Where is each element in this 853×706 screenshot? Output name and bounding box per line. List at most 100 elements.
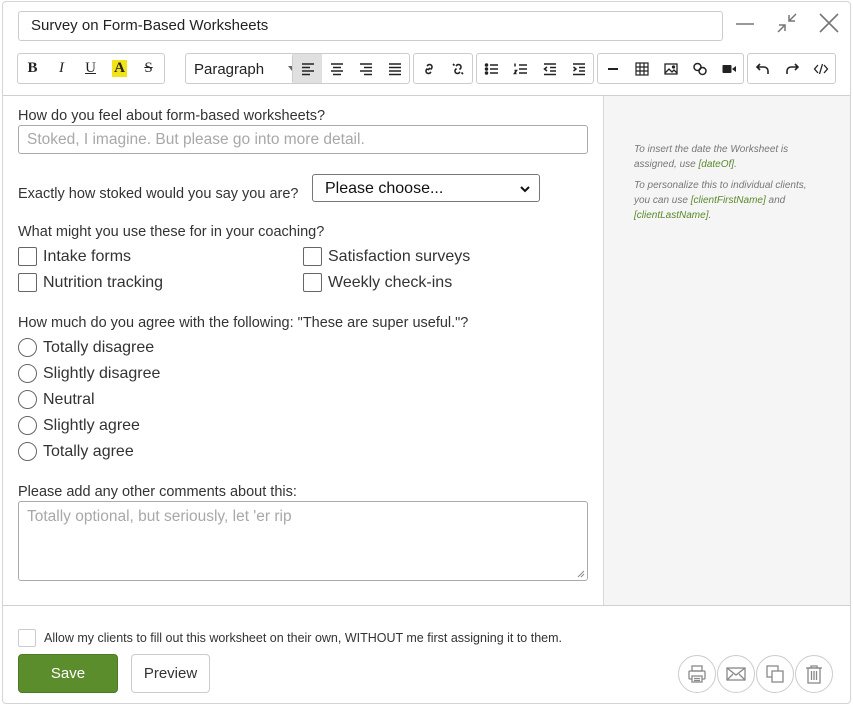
- bold-icon: B: [27, 60, 38, 76]
- save-button[interactable]: Save: [18, 654, 118, 693]
- email-button[interactable]: [717, 655, 755, 693]
- align-center-button[interactable]: [322, 54, 351, 83]
- chevron-down-icon: [520, 186, 530, 193]
- question-comments-label: Please add any other comments about this…: [18, 484, 297, 500]
- undo-icon: [755, 62, 769, 74]
- horizontal-rule-icon: [607, 67, 618, 70]
- duplicate-button[interactable]: [756, 655, 794, 693]
- checkbox[interactable]: [303, 273, 322, 292]
- date-hint-end: .: [734, 159, 737, 170]
- use-option-nutrition[interactable]: Nutrition tracking: [18, 273, 163, 292]
- align-right-icon: [359, 62, 372, 75]
- stoked-level-select[interactable]: Please choose...: [312, 174, 540, 202]
- use-option-intake[interactable]: Intake forms: [18, 247, 131, 266]
- bulleted-list-icon: [484, 62, 498, 75]
- align-left-button[interactable]: [293, 54, 322, 83]
- agree-option-totally-agree[interactable]: Totally agree: [18, 442, 134, 461]
- radio-button[interactable]: [18, 364, 37, 383]
- strikethrough-button[interactable]: S: [134, 54, 163, 83]
- copy-icon: [766, 665, 784, 683]
- radio-button[interactable]: [18, 390, 37, 409]
- horizontal-rule-button[interactable]: [598, 54, 627, 83]
- agree-option-label: Slightly disagree: [43, 364, 161, 382]
- footer-divider: [3, 605, 850, 606]
- close-button[interactable]: [815, 9, 843, 37]
- link-icon: [424, 63, 433, 74]
- collapse-button[interactable]: [773, 9, 801, 37]
- insert-link-button[interactable]: [414, 54, 443, 83]
- envelope-icon: [726, 667, 746, 681]
- checkbox[interactable]: [303, 247, 322, 266]
- insert-video-button[interactable]: [714, 54, 743, 83]
- feelings-input[interactable]: Stoked, I imagine. But please go into mo…: [18, 125, 588, 154]
- bulleted-list-button[interactable]: [477, 54, 506, 83]
- italic-icon: I: [59, 60, 64, 76]
- allow-self-fill-label: Allow my clients to fill out this worksh…: [44, 631, 562, 645]
- question-uses-label: What might you use these for in your coa…: [18, 224, 325, 240]
- insert-image-button[interactable]: [656, 54, 685, 83]
- allow-self-fill-option[interactable]: Allow my clients to fill out this worksh…: [18, 629, 562, 647]
- collapse-icon: [777, 13, 797, 33]
- highlight-button[interactable]: A: [105, 54, 134, 83]
- use-option-label: Weekly check-ins: [328, 273, 453, 291]
- print-icon: [688, 665, 706, 683]
- preview-button[interactable]: Preview: [131, 654, 210, 693]
- radio-button[interactable]: [18, 442, 37, 461]
- worksheet-title-input[interactable]: Survey on Form-Based Worksheets: [18, 11, 723, 41]
- highlight-icon: A: [112, 60, 127, 77]
- print-button[interactable]: [678, 655, 716, 693]
- radio-button[interactable]: [18, 416, 37, 435]
- insert-embed-button[interactable]: [685, 54, 714, 83]
- first-name-tag: [clientFirstName]: [690, 195, 766, 206]
- insert-table-button[interactable]: [627, 54, 656, 83]
- stoked-level-value: Please choose...: [325, 180, 444, 197]
- radio-button[interactable]: [18, 338, 37, 357]
- question-agree-label: How much do you agree with the following…: [18, 315, 469, 331]
- delete-button[interactable]: [795, 655, 833, 693]
- unlink-button[interactable]: [443, 54, 472, 83]
- numbered-list-button[interactable]: [506, 54, 535, 83]
- agree-option-slightly-disagree[interactable]: Slightly disagree: [18, 364, 160, 383]
- source-code-button[interactable]: [806, 54, 835, 83]
- indent-button[interactable]: [564, 54, 593, 83]
- date-hint: To insert the date the Worksheet is assi…: [634, 142, 824, 172]
- use-option-label: Nutrition tracking: [43, 273, 164, 291]
- align-left-icon: [301, 62, 314, 75]
- outdent-icon: [542, 62, 556, 75]
- date-tag: [dateOf]: [698, 159, 735, 170]
- agree-option-totally-disagree[interactable]: Totally disagree: [18, 338, 154, 357]
- video-icon: [722, 64, 736, 73]
- checkbox[interactable]: [18, 247, 37, 266]
- comments-placeholder: Totally optional, but seriously, let 'er…: [27, 508, 292, 525]
- trash-icon: [806, 665, 822, 684]
- minimize-button[interactable]: [731, 9, 759, 37]
- outdent-button[interactable]: [535, 54, 564, 83]
- personalize-hint: To personalize this to individual client…: [634, 178, 824, 223]
- undo-button[interactable]: [748, 54, 777, 83]
- use-option-satisfaction[interactable]: Satisfaction surveys: [303, 247, 470, 266]
- table-icon: [634, 61, 649, 76]
- redo-icon: [785, 62, 799, 74]
- question-feelings-label: How do you feel about form-based workshe…: [18, 108, 326, 124]
- align-justify-button[interactable]: [380, 54, 409, 83]
- paragraph-format-label: Paragraph: [194, 61, 265, 78]
- allow-self-fill-checkbox[interactable]: [18, 629, 36, 647]
- agree-option-neutral[interactable]: Neutral: [18, 390, 95, 409]
- align-center-icon: [330, 62, 343, 75]
- resize-handle-icon[interactable]: [576, 569, 585, 578]
- underline-icon: U: [85, 60, 96, 76]
- comments-textarea[interactable]: Totally optional, but seriously, let 'er…: [18, 501, 588, 581]
- paragraph-format-select[interactable]: Paragraph: [185, 53, 305, 84]
- minimize-icon: [736, 23, 754, 25]
- align-right-button[interactable]: [351, 54, 380, 83]
- bold-button[interactable]: B: [18, 54, 47, 83]
- use-option-weekly[interactable]: Weekly check-ins: [303, 273, 452, 292]
- code-icon: [813, 63, 828, 74]
- agree-option-slightly-agree[interactable]: Slightly agree: [18, 416, 140, 435]
- image-icon: [663, 62, 678, 75]
- use-option-label: Satisfaction surveys: [328, 247, 471, 265]
- italic-button[interactable]: I: [47, 54, 76, 83]
- checkbox[interactable]: [18, 273, 37, 292]
- underline-button[interactable]: U: [76, 54, 105, 83]
- redo-button[interactable]: [777, 54, 806, 83]
